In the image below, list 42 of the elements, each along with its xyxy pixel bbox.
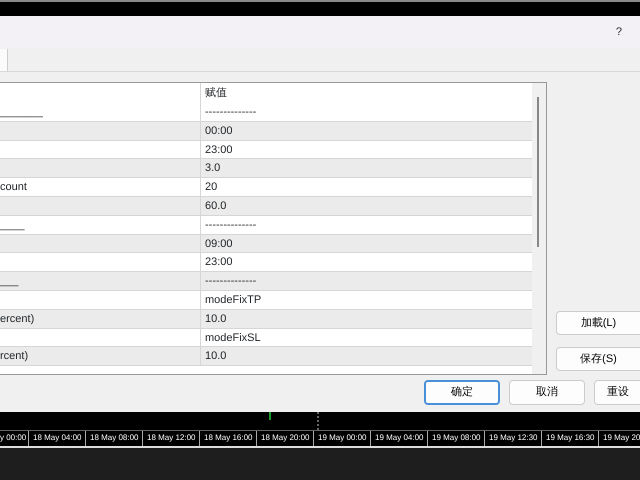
time-label: 19 May 04:00 [375, 433, 424, 442]
parameter-name: _______ [0, 106, 43, 118]
time-label: y 00:00 [0, 433, 26, 442]
side-button[interactable]: 加載(L) [556, 311, 640, 335]
parameter-name: ___ [0, 275, 18, 288]
dialog-button[interactable]: 重设 [594, 380, 640, 405]
parameter-value[interactable]: 09:00 [205, 238, 233, 250]
time-label: 18 May 20:00 [261, 433, 310, 442]
help-button[interactable]: ? [616, 24, 622, 40]
side-button[interactable]: 保存(S) [556, 347, 640, 371]
parameter-name: rcent) [0, 350, 28, 362]
parameter-value[interactable]: 60.0 [205, 200, 226, 212]
time-label: 19 May 20 [603, 433, 640, 442]
parameter-value[interactable]: modeFixTP [205, 294, 262, 306]
parameter-value[interactable]: -------------- [205, 275, 256, 288]
dialog-button[interactable]: 确定 [424, 380, 500, 405]
scrollbar[interactable] [532, 83, 546, 374]
dialog-button[interactable]: 取消 [509, 380, 585, 405]
parameter-value[interactable]: 10.0 [205, 312, 226, 325]
parameter-value[interactable]: 00:00 [205, 124, 233, 137]
time-label: 18 May 12:00 [147, 433, 196, 442]
parameter-value[interactable]: 23:00 [205, 144, 233, 156]
parameter-value[interactable]: -------------- [205, 106, 256, 118]
parameter-name: count [0, 181, 27, 194]
time-label: 19 May 16:30 [546, 433, 594, 442]
parameter-name: ercent) [0, 312, 34, 325]
column-header: 赋值 [205, 87, 227, 99]
time-label: 18 May 04:00 [33, 433, 82, 442]
time-label: 19 May 12:30 [489, 433, 538, 442]
parameter-value[interactable]: 23:00 [205, 256, 233, 268]
time-label: 18 May 16:00 [204, 433, 252, 442]
parameter-value[interactable]: 3.0 [205, 162, 220, 174]
time-label: 19 May 08:00 [432, 433, 480, 442]
parameter-value[interactable]: modeFixSL [205, 332, 261, 344]
time-label: 19 May 00:00 [318, 433, 366, 442]
parameter-value[interactable]: -------------- [205, 218, 256, 231]
time-label: 18 May 08:00 [90, 433, 138, 442]
parameter-value[interactable]: 20 [205, 181, 218, 194]
scroll-thumb[interactable] [537, 97, 539, 247]
tab[interactable] [0, 49, 8, 71]
parameter-name: ____ [0, 218, 24, 231]
parameter-value[interactable]: 10.0 [205, 350, 226, 362]
